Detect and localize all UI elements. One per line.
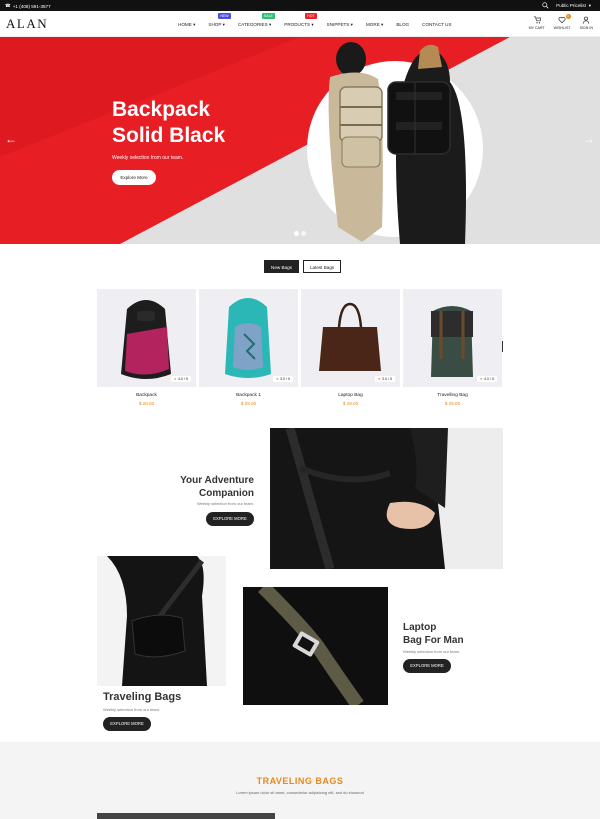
product-name[interactable]: Travelling Bag (403, 393, 502, 398)
product-rating: ★ 4.0 / 5 (170, 376, 191, 382)
backpack-teal-image (225, 298, 271, 378)
adventure-title: Your Adventure Companion (180, 475, 254, 499)
pricelist-select[interactable]: Public Pricelist (556, 3, 586, 8)
badge-sale: SALE (261, 13, 275, 19)
cart-icon (533, 16, 541, 24)
phone-contact[interactable]: ☎ +1 (408) 591-3577 (5, 3, 51, 9)
badge-new: NEW (218, 13, 231, 19)
header-actions: MY CART 0 WISHLIST SIGN IN (529, 14, 593, 30)
product-name[interactable]: Laptop Bag (301, 393, 400, 398)
product-rating: ★ 3.0 / 5 (272, 376, 293, 382)
laptop-bag-title: Laptop Bag For Man (403, 622, 464, 646)
product-image[interactable]: ★ 3.0 / 5 (301, 289, 400, 387)
slider-dot[interactable] (294, 231, 299, 236)
hero-subtitle: Weekly selection from our team. (112, 155, 184, 161)
top-bar: ☎ +1 (408) 591-3577 Public Pricelist ▾ (0, 0, 600, 11)
product-carousel: ★ 4.0 / 5 Backpack $ 28.00 ★ 3.0 / 5 Bac… (97, 289, 503, 409)
tab-new-bags[interactable]: New Bags (264, 260, 299, 273)
travelling-bag-green-image (431, 306, 473, 377)
star-icon: ★ (377, 377, 381, 381)
star-icon: ★ (479, 377, 483, 381)
laptop-explore-button[interactable]: EXPLORE MORE (403, 659, 451, 673)
cart-label: MY CART (528, 26, 545, 30)
slider-dot[interactable] (301, 231, 306, 236)
chevron-down-icon: ▾ (381, 22, 384, 27)
slider-prev-arrow-icon[interactable]: ← (5, 133, 17, 145)
adventure-subtitle: Weekly selection from our team. (196, 501, 254, 506)
main-nav: HOME ▾ NEW SHOP ▾ SALE CATEGORIES ▾ HOT PRO… (178, 13, 465, 28)
bag-strap-buckle-image (258, 587, 364, 705)
sling-bag-model-image (107, 556, 207, 686)
product-name[interactable]: Backpack 1 (199, 393, 298, 398)
product-tabs: New Bags Latest Bags (264, 260, 342, 273)
section-image-preview (97, 813, 275, 819)
laptop-bag-subtitle: Weekly selection from our team. (403, 649, 461, 654)
adventure-explore-button[interactable]: EXPLORE MORE (206, 512, 254, 526)
star-icon: ★ (173, 377, 177, 381)
hero-slider: Backpack Solid Black Weekly selection fro… (0, 37, 600, 244)
traveling-explore-button[interactable]: EXPLORE MORE (103, 717, 151, 731)
chevron-down-icon: ▾ (311, 22, 314, 27)
wishlist-button[interactable]: 0 WISHLIST (553, 14, 571, 30)
product-price: $ 28.00 (444, 401, 461, 406)
chevron-down-icon: ▾ (588, 3, 591, 8)
laptop-bag-brown-image (319, 302, 381, 371)
sign-in-label: SIGN IN (579, 26, 593, 30)
hero-models-image (328, 42, 466, 244)
backpack-black-pink-image (121, 300, 171, 379)
product-price: $ 28.00 (240, 401, 257, 406)
nav-item-snippets[interactable]: SNIPPETS ▾ (327, 22, 353, 28)
search-icon[interactable] (542, 2, 549, 9)
product-card[interactable]: ★ 3.0 / 5 Backpack 1 $ 28.00 (199, 289, 298, 409)
traveling-bags-image (97, 556, 226, 686)
sign-in-button[interactable]: SIGN IN (580, 16, 593, 30)
hero-title: Backpack Solid Black (112, 98, 226, 147)
product-rating: ★ 4.0 / 5 (476, 376, 497, 382)
slider-dots (294, 231, 306, 236)
nav-item-blog[interactable]: BLOG (396, 22, 409, 28)
traveling-bags-subtitle: Weekly selection from our team. (103, 707, 161, 712)
tab-latest-bags[interactable]: Latest Bags (302, 260, 342, 273)
nav-item-contact[interactable]: CONTACT US (422, 22, 451, 28)
phone-icon: ☎ (5, 3, 11, 8)
wishlist-label: WISHLIST (553, 26, 571, 30)
product-image[interactable]: ★ 3.0 / 5 (199, 289, 298, 387)
product-card[interactable]: ★ 4.0 / 5 Backpack $ 28.00 (97, 289, 196, 409)
section-title: TRAVELING BAGS (256, 776, 344, 786)
product-name[interactable]: Backpack (97, 393, 196, 398)
phone-number: +1 (408) 591-3577 (12, 3, 51, 9)
heart-icon (558, 16, 566, 24)
product-rating: ★ 3.0 / 5 (374, 376, 395, 382)
nav-item-more[interactable]: MORE ▾ (366, 22, 383, 28)
chevron-down-icon: ▾ (268, 22, 272, 27)
adventure-image (270, 428, 503, 569)
traveling-bags-title: Traveling Bags (103, 691, 182, 703)
nav-item-home[interactable]: HOME ▾ (178, 22, 195, 28)
product-card[interactable]: ★ 3.0 / 5 Laptop Bag $ 28.00 (301, 289, 400, 409)
model-black-bag-image (270, 428, 448, 569)
main-header: ALAN HOME ▾ NEW SHOP ▾ SALE CATEGORIES ▾ H… (0, 11, 600, 37)
chevron-down-icon: ▾ (350, 22, 353, 27)
chevron-down-icon: ▾ (193, 22, 196, 27)
section-subtitle: Lorem ipsum dolor sit amet, consectetur … (236, 790, 364, 795)
nav-item-products[interactable]: HOT PRODUCTS ▾ (284, 13, 317, 28)
nav-item-categories[interactable]: SALE CATEGORIES ▾ (238, 13, 275, 28)
wishlist-count-badge: 0 (565, 14, 571, 19)
product-card[interactable]: ★ 4.0 / 5 Travelling Bag $ 28.00 (403, 289, 502, 409)
logo[interactable]: ALAN (6, 16, 48, 32)
product-price: $ 28.00 (342, 401, 359, 406)
explore-more-button[interactable]: Explore More (112, 170, 156, 185)
nav-item-shop[interactable]: NEW SHOP ▾ (208, 13, 231, 28)
product-image[interactable]: ★ 4.0 / 5 (97, 289, 196, 387)
traveling-bags-section: TRAVELING BAGS Lorem ipsum dolor sit ame… (0, 742, 600, 819)
slider-next-arrow-icon[interactable]: → (583, 133, 595, 145)
cart-button[interactable]: MY CART (529, 16, 545, 30)
star-icon: ★ (275, 377, 279, 381)
user-icon (583, 16, 590, 24)
laptop-bag-image (243, 587, 388, 705)
product-image[interactable]: ★ 4.0 / 5 (403, 289, 502, 387)
badge-hot: HOT (305, 13, 317, 19)
product-price: $ 28.00 (138, 401, 155, 406)
chevron-down-icon: ▾ (222, 22, 225, 27)
